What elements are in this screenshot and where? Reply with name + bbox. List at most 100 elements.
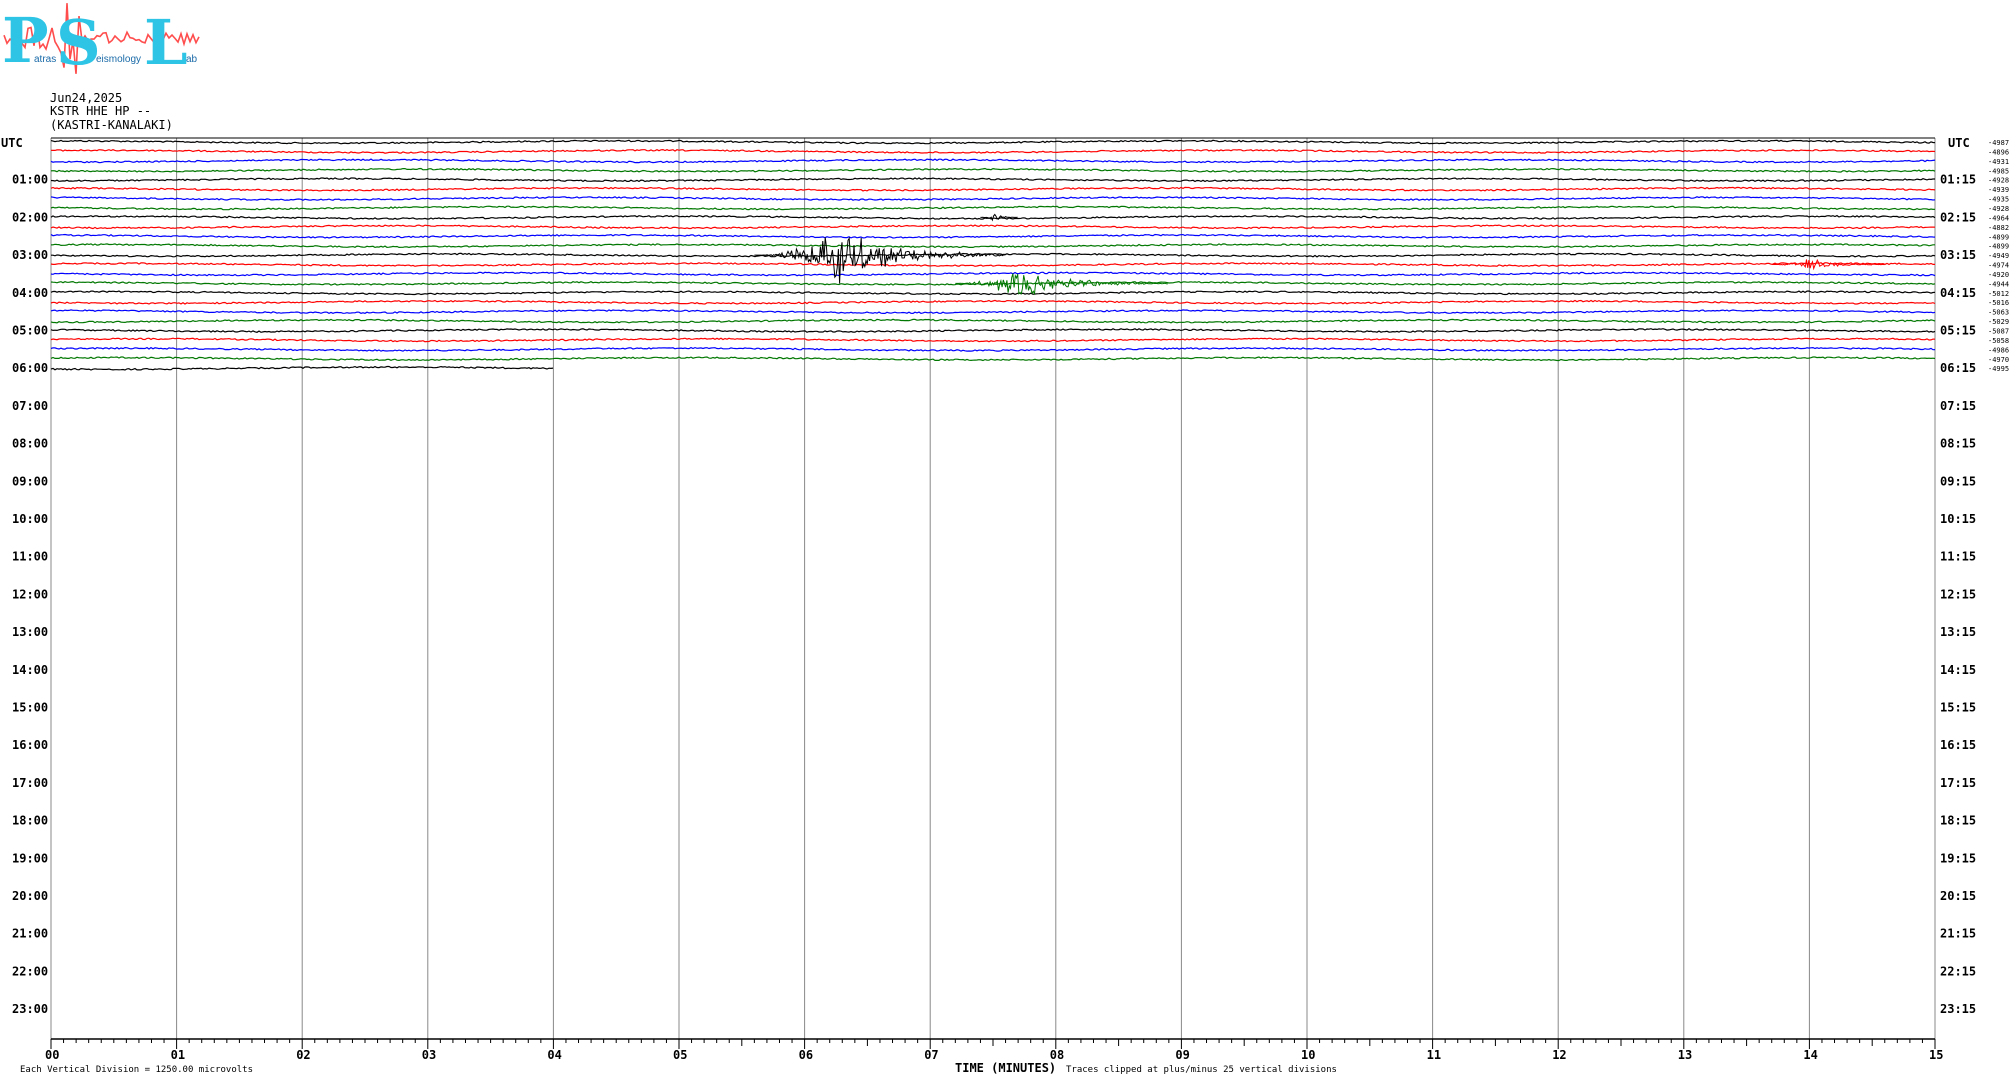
footer-clip-note: Traces clipped at plus/minus 25 vertical… (1066, 1065, 1337, 1075)
trace-row-24 (50, 356, 1936, 362)
row-offset-label-20: -5029 (1988, 318, 2009, 326)
trace-row-17 (50, 290, 1936, 296)
row-offset-label-24: -4970 (1988, 356, 2009, 364)
row-offset-label-4: -4985 (1988, 167, 2009, 175)
left-hour-label-9: 09:00 (12, 474, 48, 488)
x-tick-label-01: 01 (171, 1048, 185, 1062)
trace-row-3 (50, 158, 1936, 164)
right-hour-label-1: 01:15 (1940, 173, 1976, 187)
row-offset-label-3: -4931 (1988, 158, 2009, 166)
x-tick-label-11: 11 (1427, 1048, 1441, 1062)
right-hour-label-12: 12:15 (1940, 587, 1976, 601)
row-offset-label-5: -4928 (1988, 177, 2009, 185)
right-hour-label-9: 09:15 (1940, 474, 1976, 488)
trace-row-10 (50, 224, 1936, 230)
x-tick-label-04: 04 (547, 1048, 561, 1062)
right-hour-label-14: 14:15 (1940, 663, 1976, 677)
row-offset-label-7: -4935 (1988, 196, 2009, 204)
left-hour-label-1: 01:00 (12, 173, 48, 187)
row-offset-label-25: -4995 (1988, 365, 2009, 373)
left-hour-label-15: 15:00 (12, 701, 48, 715)
right-hour-label-18: 18:15 (1940, 814, 1976, 828)
right-hour-label-4: 04:15 (1940, 286, 1976, 300)
right-hour-label-23: 23:15 (1940, 1002, 1976, 1016)
right-hour-label-2: 02:15 (1940, 210, 1976, 224)
row-offset-label-12: -4899 (1988, 243, 2009, 251)
trace-row-11 (50, 233, 1936, 239)
x-tick-label-05: 05 (673, 1048, 687, 1062)
left-hour-label-22: 22:00 (12, 964, 48, 978)
left-hour-label-17: 17:00 (12, 776, 48, 790)
x-tick-label-08: 08 (1050, 1048, 1064, 1062)
x-tick-label-03: 03 (422, 1048, 436, 1062)
left-hour-label-4: 04:00 (12, 286, 48, 300)
footer-scale-note: Each Vertical Division = 1250.00 microvo… (20, 1065, 253, 1075)
trace-row-12 (50, 243, 1935, 249)
right-axis-title: UTC (1948, 136, 1970, 150)
row-offset-label-21: -5087 (1988, 328, 2009, 336)
right-hour-label-16: 16:15 (1940, 738, 1976, 752)
left-hour-label-20: 20:00 (12, 889, 48, 903)
right-hour-label-15: 15:15 (1940, 701, 1976, 715)
logo-word-eismology: eismology (96, 54, 141, 65)
row-offset-label-11: -4899 (1988, 233, 2009, 241)
left-hour-label-13: 13:00 (12, 625, 48, 639)
right-hour-label-21: 21:15 (1940, 927, 1976, 941)
row-offset-label-10: -4882 (1988, 224, 2009, 232)
x-tick-label-06: 06 (799, 1048, 813, 1062)
left-hour-label-11: 11:00 (12, 550, 48, 564)
left-hour-label-8: 08:00 (12, 437, 48, 451)
right-hour-label-22: 22:15 (1940, 964, 1976, 978)
left-hour-label-3: 03:00 (12, 248, 48, 262)
x-tick-label-15: 15 (1929, 1048, 1943, 1062)
right-hour-label-13: 13:15 (1940, 625, 1976, 639)
right-hour-label-19: 19:15 (1940, 851, 1976, 865)
trace-row-23 (50, 346, 1936, 352)
x-tick-label-07: 07 (924, 1048, 938, 1062)
logo-letter-p: P (2, 4, 49, 77)
event-trace-1 (754, 236, 1006, 284)
row-offset-label-14: -4974 (1988, 262, 2009, 270)
left-hour-label-7: 07:00 (12, 399, 48, 413)
right-hour-label-5: 05:15 (1940, 324, 1976, 338)
left-hour-label-23: 23:00 (12, 1002, 48, 1016)
psl-logo: P S L atras eismology ab (2, 3, 200, 79)
x-tick-label-00: 00 (45, 1048, 59, 1062)
left-hour-label-19: 19:00 (12, 851, 48, 865)
row-offset-label-1: -4987 (1988, 139, 2009, 147)
right-hour-labels: 01:15 02:15 03:15 04:15 05:15 06:15 07:15 08:15… (1940, 173, 1976, 1016)
right-hour-label-20: 20:15 (1940, 889, 1976, 903)
right-hour-label-8: 08:15 (1940, 437, 1976, 451)
trace-row-18 (50, 299, 1936, 305)
header-location: (KASTRI-KANALAKI) (50, 118, 173, 132)
trace-row-6 (50, 186, 1936, 192)
right-hour-label-10: 10:15 (1940, 512, 1976, 526)
trace-row-14 (50, 262, 1935, 267)
row-offset-label-18: -5016 (1988, 299, 2009, 307)
x-tick-label-09: 09 (1175, 1048, 1189, 1062)
row-offset-label-19: -5063 (1988, 309, 2009, 317)
row-offset-labels: -4987-4896-4931-4985-4928-4939-4935-4928… (1988, 139, 2009, 373)
right-hour-label-3: 03:15 (1940, 248, 1976, 262)
x-axis-title: TIME (MINUTES) (955, 1061, 1056, 1075)
header-station: KSTR HHE HP -- (50, 104, 151, 118)
left-hour-label-21: 21:00 (12, 927, 48, 941)
event-trace-2 (955, 273, 1168, 296)
x-tick-label-10: 10 (1301, 1048, 1315, 1062)
trace-row-2 (50, 148, 1936, 154)
row-offset-label-23: -4986 (1988, 346, 2009, 354)
right-hour-label-11: 11:15 (1940, 550, 1976, 564)
left-hour-label-6: 06:00 (12, 361, 48, 375)
left-hour-label-5: 05:00 (12, 324, 48, 338)
x-axis: 00 01 02 03 04 05 06 07 08 09 10 11 12 13 14 15 (45, 1038, 1943, 1062)
row-offset-label-9: -4964 (1988, 214, 2009, 222)
event-trace-3 (1771, 258, 1885, 271)
row-offset-label-6: -4939 (1988, 186, 2009, 194)
x-tick-label-12: 12 (1552, 1048, 1566, 1062)
trace-row-22 (50, 337, 1936, 343)
trace-row-8 (50, 205, 1936, 211)
left-hour-label-2: 02:00 (12, 210, 48, 224)
row-offset-label-13: -4949 (1988, 252, 2009, 260)
trace-row-20 (50, 318, 1936, 324)
x-tick-label-02: 02 (296, 1048, 310, 1062)
